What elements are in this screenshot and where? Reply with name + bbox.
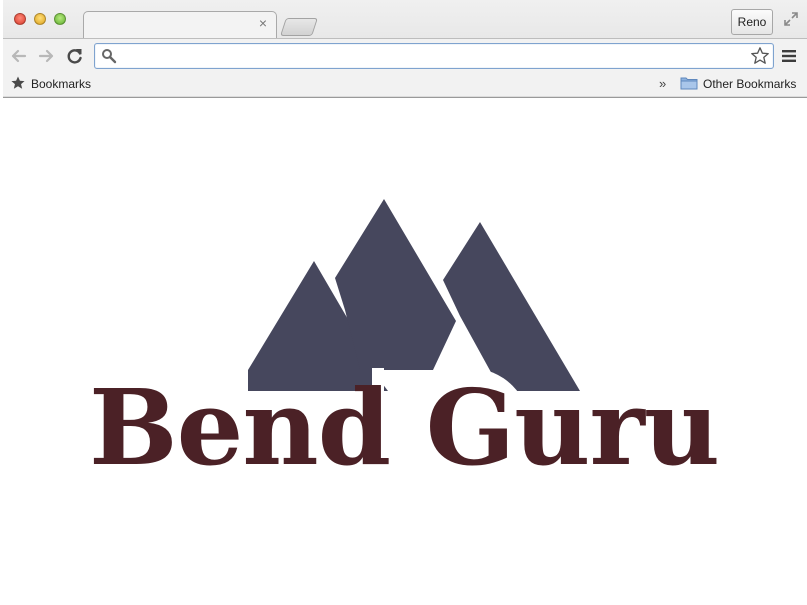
folder-icon bbox=[680, 76, 698, 93]
reload-icon bbox=[67, 49, 82, 64]
page-content: Bend Guru bbox=[0, 98, 807, 605]
star-filled-icon bbox=[10, 75, 26, 94]
fullscreen-icon[interactable] bbox=[783, 11, 799, 27]
star-outline-icon bbox=[751, 47, 769, 64]
other-bookmarks-label: Other Bookmarks bbox=[703, 77, 797, 91]
toolbar bbox=[3, 38, 807, 73]
new-tab-button[interactable] bbox=[280, 18, 318, 36]
window-close-button[interactable] bbox=[14, 13, 26, 25]
browser-chrome: × Reno Bookmarks » Other Bookmarks bbox=[3, 0, 807, 98]
bookmarks-label: Bookmarks bbox=[31, 77, 92, 91]
window-zoom-button[interactable] bbox=[54, 13, 66, 25]
mountains-graphic bbox=[248, 199, 580, 391]
browser-tab[interactable]: × bbox=[83, 11, 277, 40]
hamburger-menu-icon bbox=[782, 50, 796, 62]
logo-text: Bend Guru bbox=[89, 366, 719, 489]
window-minimize-button[interactable] bbox=[34, 13, 46, 25]
search-icon bbox=[101, 48, 117, 64]
forward-button[interactable] bbox=[36, 46, 56, 66]
profile-button[interactable]: Reno bbox=[731, 9, 773, 35]
back-button[interactable] bbox=[9, 46, 29, 66]
reload-button[interactable] bbox=[65, 46, 85, 66]
bookmarks-bar: Bookmarks » Other Bookmarks bbox=[3, 72, 807, 96]
address-input[interactable] bbox=[121, 46, 745, 68]
bend-guru-logo: Bend Guru bbox=[89, 199, 720, 489]
bookmarks-overflow-button[interactable]: » bbox=[659, 75, 666, 93]
arrow-right-icon bbox=[38, 49, 54, 63]
other-bookmarks-button[interactable]: Other Bookmarks bbox=[680, 75, 796, 93]
bookmark-star-button[interactable] bbox=[750, 46, 770, 66]
arrow-left-icon bbox=[11, 49, 27, 63]
bookmarks-button[interactable]: Bookmarks bbox=[10, 75, 91, 93]
tab-strip: × Reno bbox=[3, 0, 807, 40]
omnibox[interactable] bbox=[94, 43, 774, 69]
tab-close-button[interactable]: × bbox=[256, 15, 270, 31]
menu-button[interactable] bbox=[781, 48, 797, 64]
